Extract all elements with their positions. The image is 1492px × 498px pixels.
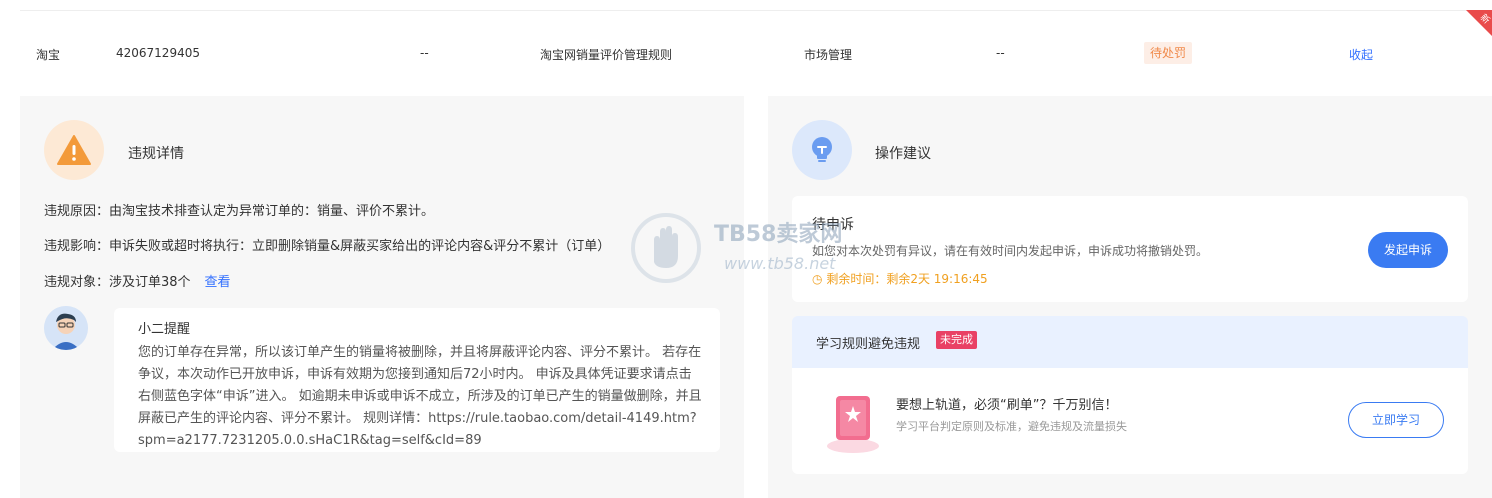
- avatar: [44, 306, 88, 350]
- operation-advice-panel: 操作建议 待申诉 如您对本次处罚有异议，请在有效时间内发起申诉，申诉成功将撤销处…: [768, 96, 1492, 498]
- violation-impact: 违规影响：申诉失败或超时将执行：立即删除销量&屏蔽买家给出的评论内容&评分不累计…: [44, 239, 611, 254]
- violation-target: 违规对象：涉及订单38个: [44, 275, 191, 290]
- learn-main-text: 要想上轨道，必须“刷单”？千万别信！: [896, 398, 1118, 413]
- watermark: TB58卖家网 www.tb58.net: [630, 212, 880, 284]
- collapse-link[interactable]: 收起: [1349, 46, 1373, 63]
- learn-rules-card: 要想上轨道，必须“刷单”？千万别信！ 学习平台判定原则及标准，避免违规及流量损失…: [792, 368, 1468, 474]
- category-cell: 市场管理: [804, 48, 853, 62]
- watermark-title: TB58卖家网: [714, 222, 843, 247]
- watermark-logo-icon: [631, 213, 701, 283]
- learn-now-button[interactable]: 立即学习: [1348, 402, 1444, 438]
- bulb-icon: [792, 120, 852, 180]
- reminder-title: 小二提醒: [138, 322, 191, 337]
- reminder-bubble: 小二提醒 您的订单存在异常，所以该订单产生的销量将被删除，并且将屏蔽评论内容、评…: [114, 308, 720, 452]
- warning-icon: [44, 120, 104, 180]
- reminder-text: 您的订单存在异常，所以该订单产生的销量将被删除，并且将屏蔽评论内容、评分不累计。…: [138, 345, 702, 448]
- violation-details-title: 违规详情: [128, 146, 184, 162]
- platform-cell: 淘宝: [36, 48, 61, 62]
- violation-target-line: 违规对象：涉及订单38个 查看: [44, 271, 231, 290]
- start-appeal-button[interactable]: 发起申诉: [1368, 232, 1448, 268]
- row-divider: [20, 10, 1492, 11]
- id-cell: 42067129405: [116, 46, 200, 60]
- violation-table-row: 淘宝 42067129405 -- 淘宝网销量评价管理规则 市场管理 -- 待处…: [0, 0, 1492, 96]
- violation-details-panel: 违规详情 违规原因：由淘宝技术排查认定为异常订单的：销量、评价不累计。 违规影响…: [20, 96, 744, 498]
- learn-rules-header: 学习规则避免违规 未完成: [792, 316, 1468, 368]
- watermark-url: www.tb58.net: [724, 254, 836, 273]
- learn-rules-title: 学习规则避免违规: [816, 337, 921, 352]
- appeal-card: 待申诉 如您对本次处罚有异议，请在有效时间内发起申诉，申诉成功将撤销处罚。 ◷ …: [792, 196, 1468, 302]
- incomplete-badge: 未完成: [936, 331, 977, 349]
- operation-advice-title: 操作建议: [875, 146, 931, 162]
- col3-cell: --: [420, 46, 429, 60]
- col6-cell: --: [996, 46, 1005, 60]
- status-badge: 待处罚: [1144, 42, 1193, 64]
- violation-reason: 违规原因：由淘宝技术排查认定为异常订单的：销量、评价不累计。: [44, 204, 435, 219]
- rule-cell: 淘宝网销量评价管理规则: [540, 48, 673, 62]
- book-icon: [820, 384, 886, 456]
- view-orders-link[interactable]: 查看: [205, 275, 231, 290]
- learn-sub-text: 学习平台判定原则及标准，避免违规及流量损失: [896, 420, 1127, 433]
